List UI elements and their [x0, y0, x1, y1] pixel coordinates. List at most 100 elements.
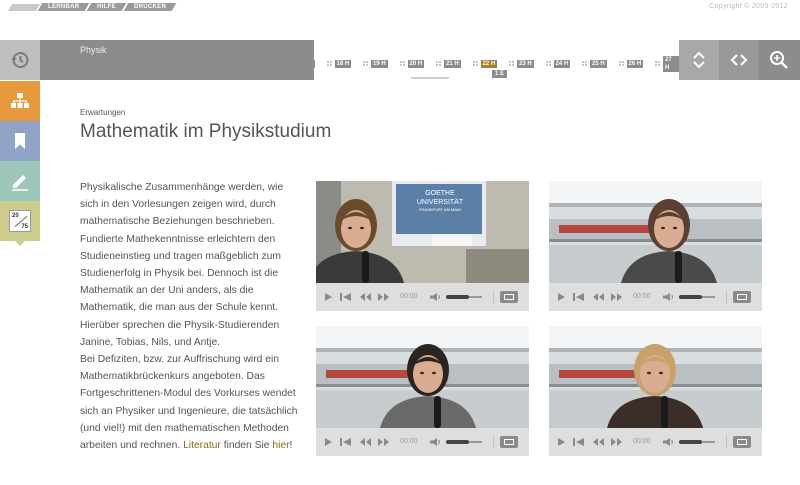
help-link[interactable]: HILFE [87, 3, 127, 11]
rewind-icon[interactable] [360, 293, 371, 301]
timeline-item[interactable]: 20 H [399, 59, 425, 68]
grid-dots-icon [472, 60, 479, 67]
page-title: Mathematik im Physikstudium [80, 121, 332, 142]
left-right-chevron-icon [730, 54, 748, 66]
timeline-item[interactable]: 24 H [545, 59, 571, 68]
history-button[interactable] [0, 40, 40, 80]
fullscreen-icon[interactable] [500, 436, 518, 448]
video-screen[interactable] [316, 326, 529, 428]
timeline-item[interactable]: 19 H [363, 59, 388, 68]
video-time: 00:00 [400, 293, 418, 300]
zoom-in-icon [770, 51, 788, 69]
timeline-item[interactable]: 26 H [618, 59, 644, 68]
timeline-item-label: 17 H [314, 59, 315, 68]
timeline-item[interactable]: 18 H [326, 59, 352, 68]
volume-level[interactable] [679, 440, 702, 444]
video-player: 00:00 [549, 181, 762, 311]
section-bar: Physik [40, 40, 314, 80]
grid-dots-icon [436, 60, 442, 67]
play-icon[interactable] [325, 438, 332, 446]
controls-divider [493, 435, 494, 449]
body-text: Physikalische Zusammenhänge werden, wie … [80, 179, 298, 454]
video-screen[interactable] [549, 181, 762, 283]
skip-back-icon[interactable] [573, 438, 584, 446]
breadcrumb: Erwartungen [80, 108, 126, 117]
timeline-item[interactable]: 21 H [436, 59, 461, 68]
timeline-sub-label[interactable]: 1 E [492, 70, 508, 78]
video-time: 00:00 [633, 293, 651, 300]
body-text-between: finden Sie [220, 440, 273, 452]
body-text-part2: Bei Defiziten, bzw. zur Auffrischung wir… [80, 354, 298, 452]
rewind-icon[interactable] [593, 293, 604, 301]
play-icon[interactable] [325, 293, 332, 301]
page-total: 75 [21, 224, 28, 230]
structure-button[interactable] [0, 81, 40, 121]
history-icon [11, 52, 29, 68]
timeline-item[interactable]: 27 H [655, 55, 679, 72]
section-title: Physik [80, 45, 107, 55]
lernbar-link[interactable]: LERNBAR [37, 3, 90, 11]
play-icon[interactable] [558, 293, 565, 301]
controls-divider [726, 435, 727, 449]
timeline-indicator [411, 77, 449, 79]
print-link[interactable]: DRUCKEN [123, 3, 177, 11]
bookmark-icon [15, 133, 25, 149]
video-player: 00:00 [549, 326, 762, 456]
volume-icon[interactable] [663, 438, 674, 446]
literature-link[interactable]: Literatur [183, 440, 221, 451]
volume-icon[interactable] [663, 293, 674, 301]
fast-forward-icon[interactable] [378, 438, 389, 446]
skip-back-icon[interactable] [340, 293, 351, 301]
here-link[interactable]: hier [272, 440, 289, 451]
video-controls: 00:00 [549, 283, 762, 311]
zoom-button[interactable] [759, 40, 800, 80]
copyright: Copyright © 2003-2012 [709, 3, 788, 10]
video-time: 00:00 [633, 438, 651, 445]
grid-dots-icon [545, 60, 552, 67]
rewind-icon[interactable] [593, 438, 604, 446]
controls-divider [726, 290, 727, 304]
top-links-decoration [7, 4, 41, 11]
fast-forward-icon[interactable] [378, 293, 389, 301]
video-player: GOETHE UNIVERSITÄT FRANKFURT AM MAIN 00:… [316, 181, 529, 311]
pencil-icon [12, 175, 28, 191]
timeline-item[interactable]: 17 H [314, 59, 315, 68]
timeline-item[interactable]: 25 H [582, 59, 607, 68]
video-screen[interactable] [549, 326, 762, 428]
navigate-button[interactable] [719, 40, 759, 80]
up-down-chevron-icon [693, 51, 705, 69]
volume-icon[interactable] [430, 438, 441, 446]
timeline-item-label: 20 H [407, 59, 425, 68]
fullscreen-icon[interactable] [733, 291, 751, 303]
fast-forward-icon[interactable] [611, 293, 622, 301]
play-icon[interactable] [558, 438, 565, 446]
rewind-icon[interactable] [360, 438, 371, 446]
timeline-item[interactable]: 22 H [472, 59, 498, 68]
fast-forward-icon[interactable] [611, 438, 622, 446]
expand-collapse-button[interactable] [679, 40, 719, 80]
volume-level[interactable] [446, 295, 469, 299]
volume-level[interactable] [679, 295, 702, 299]
volume-level[interactable] [446, 440, 469, 444]
controls-divider [493, 290, 494, 304]
lecture-screen-line1: GOETHE [425, 190, 455, 197]
grid-dots-icon [655, 60, 661, 67]
bookmark-button[interactable] [0, 121, 40, 161]
chapter-timeline: 17 H 18 H 19 H 20 H 21 H 22 H 23 H 24 H 25 H 26 H… [314, 40, 679, 80]
lecture-screen-line3: FRANKFURT AM MAIN [419, 207, 461, 212]
notes-button[interactable] [0, 161, 40, 201]
volume-icon[interactable] [430, 293, 441, 301]
video-controls: 00:00 [316, 428, 529, 456]
page-counter-button[interactable]: 20 75 [0, 201, 40, 241]
fullscreen-icon[interactable] [500, 291, 518, 303]
sidebar-tip [15, 241, 25, 246]
skip-back-icon[interactable] [340, 438, 351, 446]
video-time: 00:00 [400, 438, 418, 445]
fullscreen-icon[interactable] [733, 436, 751, 448]
video-screen[interactable]: GOETHE UNIVERSITÄT FRANKFURT AM MAIN [316, 181, 529, 283]
timeline-item[interactable]: 23 H [509, 59, 534, 68]
timeline-item-label: 23 H [517, 59, 534, 68]
timeline-item-label: 25 H [590, 59, 607, 68]
grid-dots-icon [363, 60, 369, 67]
skip-back-icon[interactable] [573, 293, 584, 301]
